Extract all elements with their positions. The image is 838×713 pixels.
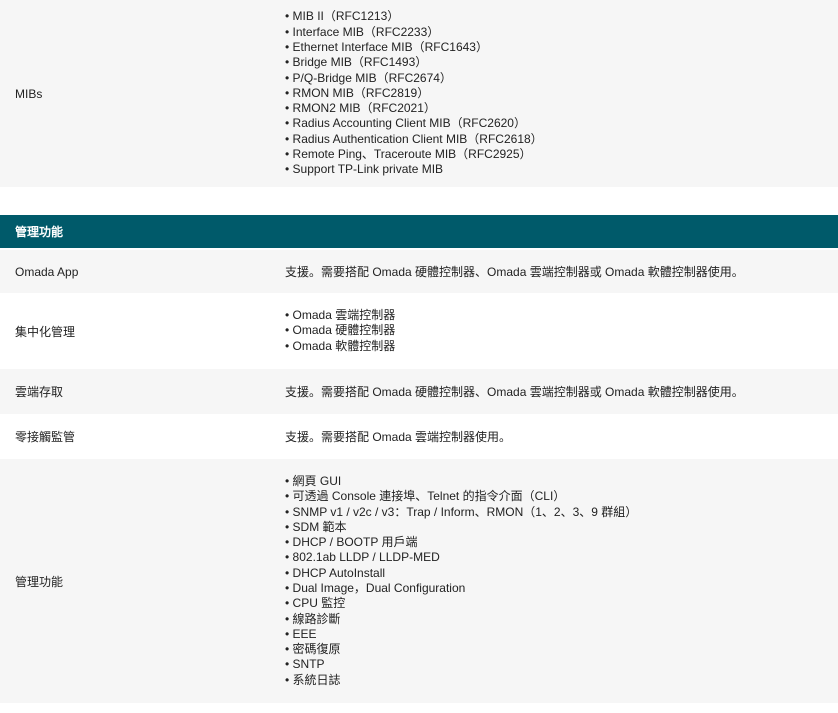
list-item: MIB II（RFC1213） — [285, 9, 838, 24]
list-item: DHCP AutoInstall — [285, 566, 838, 581]
central-list: Omada 雲端控制器 Omada 硬體控制器 Omada 軟體控制器 — [285, 308, 838, 354]
list-item: 可透過 Console 連接埠、Telnet 的指令介面（CLI） — [285, 489, 838, 504]
spec-label: 集中化管理 — [15, 324, 76, 339]
list-item: Support TP-Link private MIB — [285, 162, 838, 177]
management-list: 網頁 GUI 可透過 Console 連接埠、Telnet 的指令介面（CLI）… — [285, 474, 838, 688]
list-item: 系統日誌 — [285, 673, 838, 688]
spec-label: 零接觸監管 — [15, 430, 76, 444]
list-item: 線路診斷 — [285, 612, 838, 627]
list-item: Omada 軟體控制器 — [285, 339, 838, 354]
spec-label: 管理功能 — [15, 574, 64, 589]
spec-row-cloud: 雲端存取 支援。需要搭配 Omada 硬體控制器、Omada 雲端控制器或 Om… — [0, 369, 838, 414]
section-title: 管理功能 — [15, 225, 64, 239]
list-item: Remote Ping、Traceroute MIB（RFC2925） — [285, 147, 838, 162]
list-item: Bridge MIB（RFC1493） — [285, 55, 838, 70]
list-item: Radius Accounting Client MIB（RFC2620） — [285, 116, 838, 131]
list-item: SNMP v1 / v2c / v3：Trap / Inform、RMON（1、… — [285, 505, 838, 520]
list-item: CPU 監控 — [285, 596, 838, 611]
list-item: 網頁 GUI — [285, 474, 838, 489]
spec-value: 支援。需要搭配 Omada 硬體控制器、Omada 雲端控制器或 Omada 軟… — [285, 265, 744, 279]
section-header-management: 管理功能 — [0, 215, 838, 248]
spec-row-management: 管理功能 網頁 GUI 可透過 Console 連接埠、Telnet 的指令介面… — [0, 459, 838, 703]
spec-value: 支援。需要搭配 Omada 雲端控制器使用。 — [285, 430, 512, 444]
list-item: P/Q-Bridge MIB（RFC2674） — [285, 71, 838, 86]
mibs-label: MIBs — [15, 86, 43, 101]
spec-value: 網頁 GUI 可透過 Console 連接埠、Telnet 的指令介面（CLI）… — [270, 474, 838, 688]
mibs-row: MIBs MIB II（RFC1213） Interface MIB（RFC22… — [0, 0, 838, 187]
spec-row-ztp: 零接觸監管 支援。需要搭配 Omada 雲端控制器使用。 — [0, 414, 838, 459]
list-item: RMON2 MIB（RFC2021） — [285, 101, 838, 116]
list-item: Omada 硬體控制器 — [285, 323, 838, 338]
mibs-value: MIB II（RFC1213） Interface MIB（RFC2233） E… — [270, 9, 838, 177]
spec-label: 雲端存取 — [15, 385, 64, 399]
spec-label: Omada App — [15, 264, 79, 279]
list-item: Interface MIB（RFC2233） — [285, 25, 838, 40]
list-item: Radius Authentication Client MIB（RFC2618… — [285, 132, 838, 147]
list-item: Ethernet Interface MIB（RFC1643） — [285, 40, 838, 55]
mibs-list: MIB II（RFC1213） Interface MIB（RFC2233） E… — [285, 9, 838, 177]
spec-value: Omada 雲端控制器 Omada 硬體控制器 Omada 軟體控制器 — [270, 308, 838, 354]
spec-row-omada-app: Omada App 支援。需要搭配 Omada 硬體控制器、Omada 雲端控制… — [0, 250, 838, 293]
list-item: 密碼復原 — [285, 642, 838, 657]
list-item: Dual Image，Dual Configuration — [285, 581, 838, 596]
list-item: RMON MIB（RFC2819） — [285, 86, 838, 101]
list-item: 802.1ab LLDP / LLDP-MED — [285, 550, 838, 565]
spec-row-central: 集中化管理 Omada 雲端控制器 Omada 硬體控制器 Omada 軟體控制… — [0, 293, 838, 369]
list-item: EEE — [285, 627, 838, 642]
list-item: SDM 範本 — [285, 520, 838, 535]
list-item: Omada 雲端控制器 — [285, 308, 838, 323]
list-item: SNTP — [285, 657, 838, 672]
list-item: DHCP / BOOTP 用戶端 — [285, 535, 838, 550]
spec-value: 支援。需要搭配 Omada 硬體控制器、Omada 雲端控制器或 Omada 軟… — [285, 385, 744, 399]
